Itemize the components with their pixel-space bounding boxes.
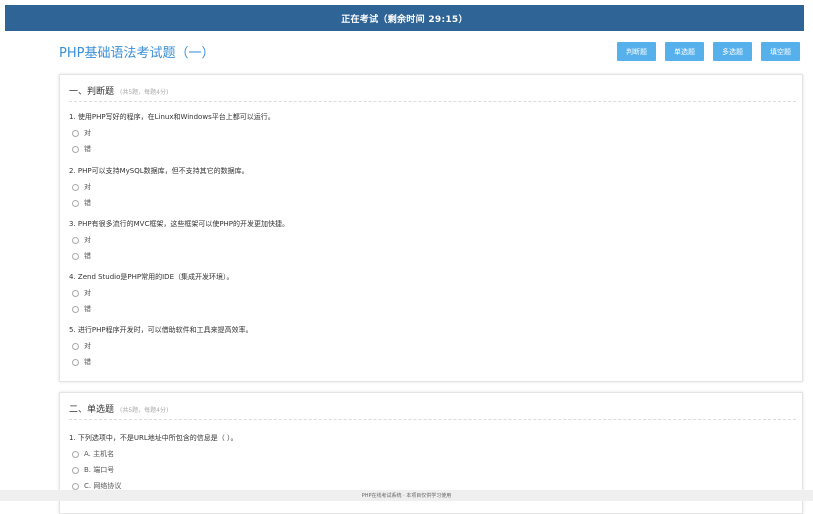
answer-option[interactable]: 错 bbox=[72, 357, 91, 367]
option-label: 对 bbox=[84, 129, 91, 137]
answer-option[interactable]: 对 bbox=[72, 235, 91, 245]
question-text: 1. 下列选项中，不是URL地址中所包含的信息是（ ）。 bbox=[69, 434, 238, 442]
option-label: 对 bbox=[84, 236, 91, 244]
answer-option[interactable]: 对 bbox=[72, 182, 91, 192]
exam-status-text: 正在考试（剩余时间 29:15） bbox=[341, 14, 468, 25]
radio-button[interactable] bbox=[72, 236, 79, 244]
answer-option[interactable]: B. 端口号 bbox=[72, 465, 114, 475]
radio-button[interactable] bbox=[72, 129, 79, 137]
option-label: 错 bbox=[84, 199, 91, 207]
section-note: (共5题，每题4分) bbox=[120, 407, 169, 414]
single-choice-button[interactable]: 单选题 bbox=[665, 42, 704, 61]
radio-button[interactable] bbox=[72, 466, 79, 474]
option-label: B. 端口号 bbox=[84, 466, 115, 474]
radio-button[interactable] bbox=[72, 289, 79, 297]
multiple-choice-button[interactable]: 多选题 bbox=[713, 42, 752, 61]
radio-button[interactable] bbox=[72, 450, 79, 458]
section-heading: 一、判断题 (共5题，每题4分) bbox=[69, 84, 168, 97]
fill-blank-button[interactable]: 填空题 bbox=[761, 42, 800, 61]
option-label: 错 bbox=[84, 145, 91, 153]
exam-status-bar: 正在考试（剩余时间 29:15） bbox=[5, 5, 804, 31]
radio-button[interactable] bbox=[72, 305, 79, 313]
radio-button[interactable] bbox=[72, 342, 79, 350]
option-label: A. 主机名 bbox=[84, 450, 115, 458]
section-divider bbox=[69, 419, 796, 420]
option-label: 错 bbox=[84, 358, 91, 366]
question-text: 2. PHP可以支持MySQL数据库，但不支持其它的数据库。 bbox=[69, 167, 249, 175]
radio-button[interactable] bbox=[72, 358, 79, 366]
option-label: 对 bbox=[84, 342, 91, 350]
question-text: 1. 使用PHP写好的程序，在Linux和Windows平台上都可以运行。 bbox=[69, 113, 275, 121]
answer-option[interactable]: 对 bbox=[72, 128, 91, 138]
answer-option[interactable]: 错 bbox=[72, 304, 91, 314]
answer-option[interactable]: 对 bbox=[72, 341, 91, 351]
judge-questions-button[interactable]: 判断题 bbox=[617, 42, 656, 61]
page-footer: PHP在线考试系统 · 本项目仅供学习使用 bbox=[0, 490, 813, 501]
radio-button[interactable] bbox=[72, 199, 79, 207]
option-label: 错 bbox=[84, 305, 91, 313]
question-text: 3. PHP有很多流行的MVC框架，这些框架可以使PHP的开发更加快捷。 bbox=[69, 220, 290, 228]
section-title: 一、判断题 bbox=[69, 87, 115, 97]
radio-button[interactable] bbox=[72, 252, 79, 260]
page-title: PHP基础语法考试题（一） bbox=[59, 46, 215, 61]
section-divider bbox=[69, 101, 796, 102]
answer-option[interactable]: 对 bbox=[72, 288, 91, 298]
option-label: 对 bbox=[84, 183, 91, 191]
judge-section-panel: 一、判断题 (共5题，每题4分) 1. 使用PHP写好的程序，在Linux和Win… bbox=[59, 74, 803, 382]
answer-option[interactable]: 错 bbox=[72, 198, 91, 208]
radio-button[interactable] bbox=[72, 145, 79, 153]
option-label: 对 bbox=[84, 289, 91, 297]
answer-option[interactable]: 错 bbox=[72, 251, 91, 261]
question-text: 4. Zend Studio是PHP常用的IDE（集成开发环境）。 bbox=[69, 273, 234, 281]
footer-text: PHP在线考试系统 · 本项目仅供学习使用 bbox=[361, 493, 452, 499]
question-type-toolbar: 判断题 单选题 多选题 填空题 bbox=[617, 42, 800, 61]
answer-option[interactable]: 错 bbox=[72, 144, 91, 154]
section-heading: 二、单选题 (共5题，每题4分) bbox=[69, 402, 168, 415]
option-label: 错 bbox=[84, 252, 91, 260]
radio-button[interactable] bbox=[72, 183, 79, 191]
section-title: 二、单选题 bbox=[69, 405, 115, 415]
section-note: (共5题，每题4分) bbox=[120, 89, 169, 96]
answer-option[interactable]: A. 主机名 bbox=[72, 449, 114, 459]
question-text: 5. 进行PHP程序开发时，可以借助软件和工具来提高效率。 bbox=[69, 326, 253, 334]
radio-button[interactable] bbox=[72, 482, 79, 490]
